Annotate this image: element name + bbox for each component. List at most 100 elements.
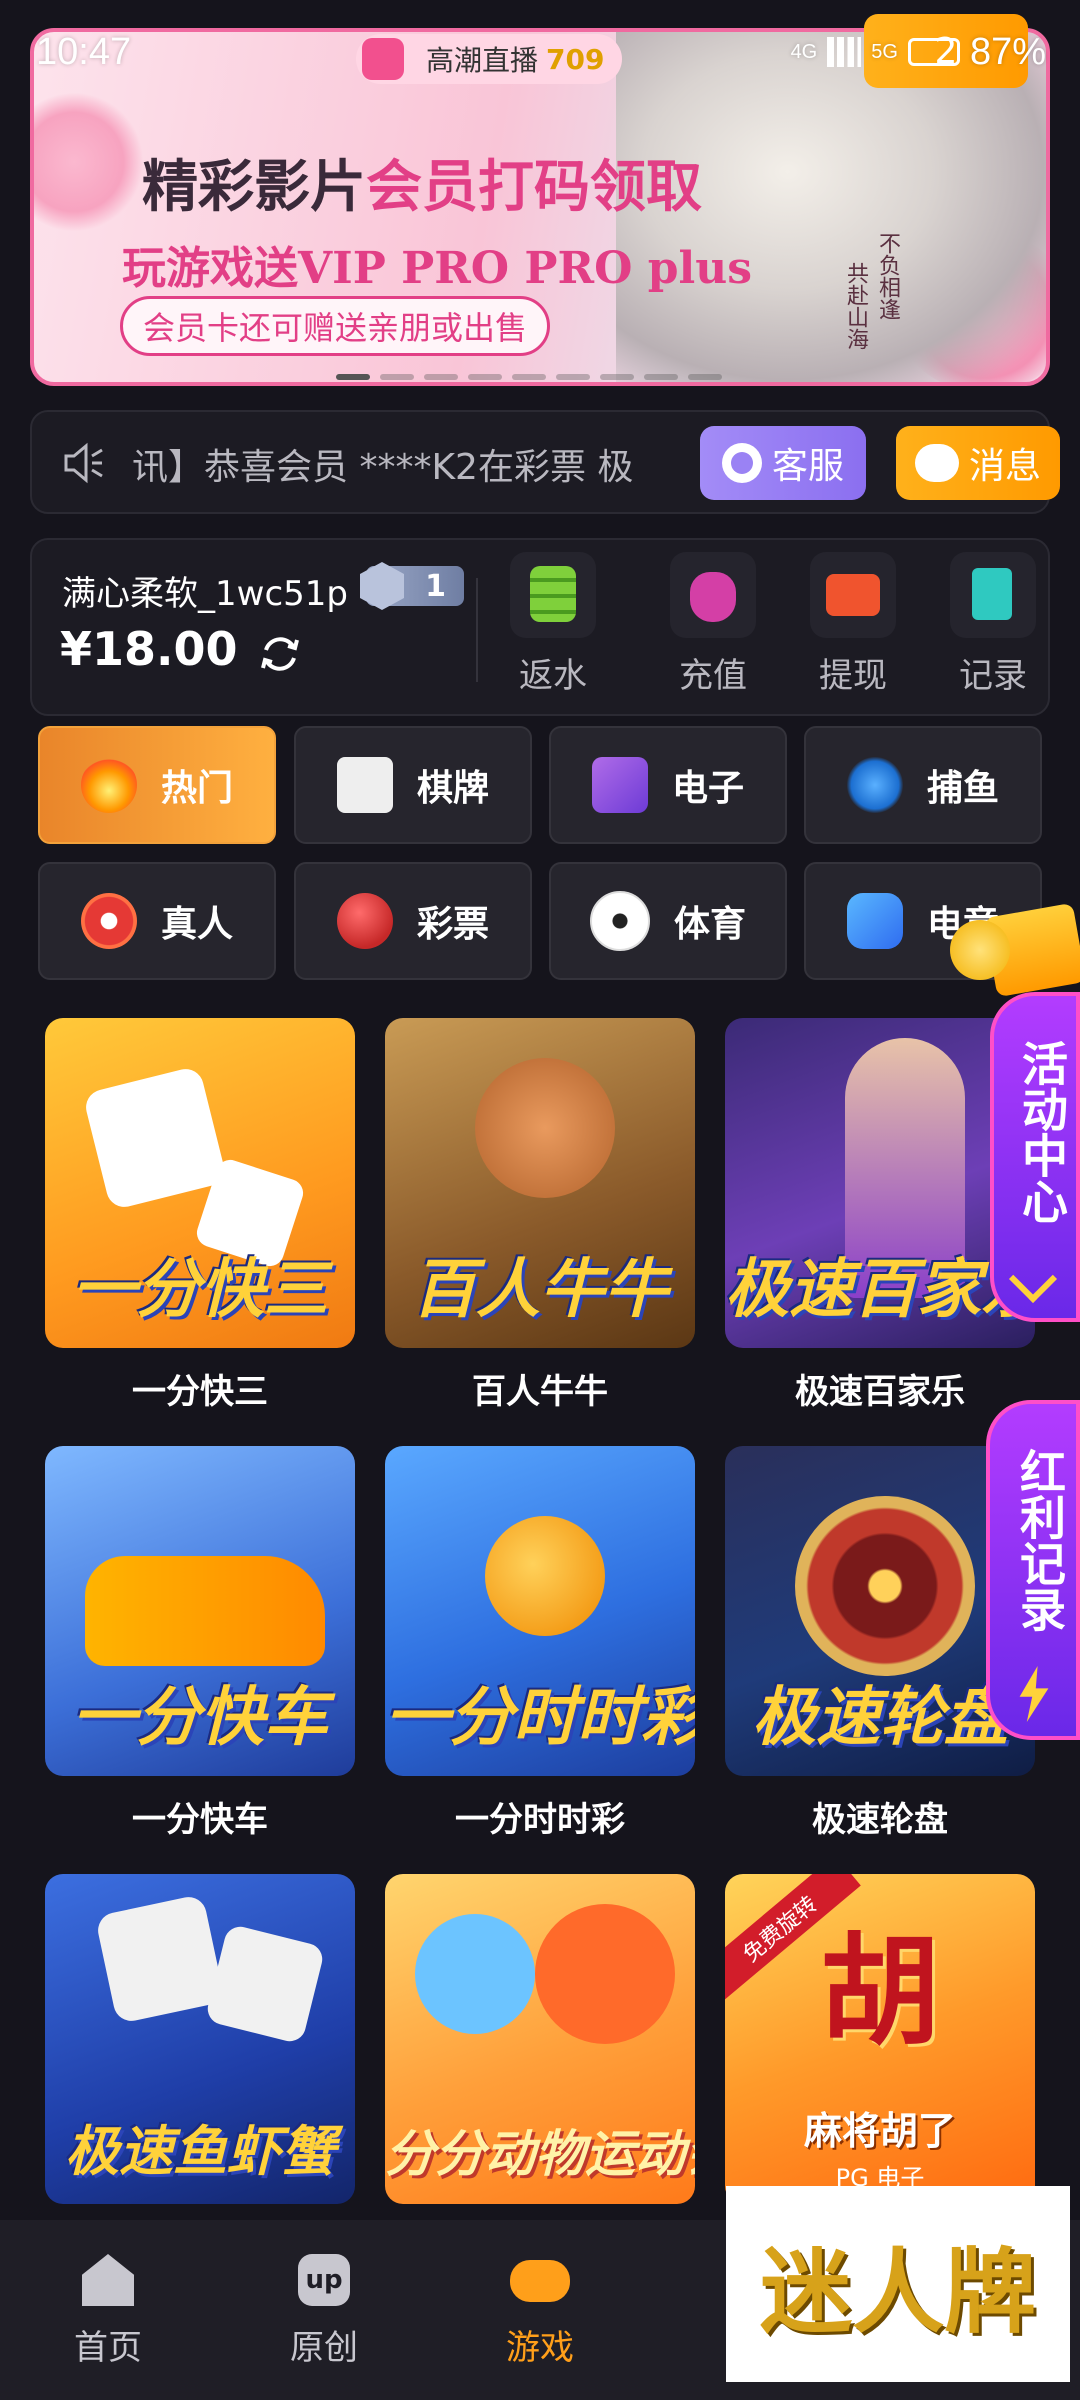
category-fishing[interactable]: 捕鱼 [804, 726, 1042, 844]
game-title: 一分快三 [132, 1372, 268, 1412]
category-lottery[interactable]: 彩票 [294, 862, 532, 980]
carousel-dot[interactable] [600, 374, 634, 380]
signal-icon [827, 37, 862, 67]
game-card[interactable]: 一分快车 一分快车 [45, 1446, 355, 1841]
game-card[interactable]: 免费旋转 胡 麻将胡了 PG 电子 [725, 1874, 1035, 2204]
double-chevron-down-icon [1008, 1254, 1058, 1304]
category-live[interactable]: 真人 [38, 862, 276, 980]
category-label: 捕鱼 [926, 768, 999, 809]
bonus-record-tab[interactable]: 红利记录 [986, 1400, 1080, 1740]
message-button[interactable]: 消息 [896, 426, 1060, 500]
nav-home[interactable]: 首页 [38, 2250, 178, 2369]
category-slots[interactable]: 电子 [549, 726, 787, 844]
live-app-icon [362, 38, 404, 80]
notice-marquee: 讯】恭喜会员 ****K2在彩票 极 [132, 447, 634, 488]
nav-original[interactable]: up 原创 [254, 2250, 394, 2369]
message-label: 消息 [968, 446, 1041, 487]
category-label: 棋牌 [416, 768, 489, 809]
network-5g: 5G [871, 40, 898, 63]
game-art-text: 一分快车 [72, 1680, 328, 1755]
game-art-text: 一分时时彩 [385, 1680, 695, 1755]
category-label: 真人 [160, 904, 233, 945]
carousel-dot[interactable] [380, 374, 414, 380]
game-thumbnail: 免费旋转 胡 麻将胡了 PG 电子 [725, 1874, 1035, 2204]
withdraw-button[interactable]: 提现 [798, 552, 908, 712]
game-art-text: 一分快三 [72, 1252, 328, 1327]
carousel-dots[interactable] [336, 374, 722, 380]
game-card[interactable]: 分分动物运动会 [385, 1874, 695, 2204]
carousel-dot[interactable] [556, 374, 590, 380]
gamepad-icon [510, 2250, 570, 2310]
carousel-dot[interactable] [688, 374, 722, 380]
banner-tagline: 会员卡还可赠送亲朋或出售 [120, 296, 551, 356]
coin-stack-icon [510, 552, 596, 638]
rebate-label: 返水 [519, 656, 587, 696]
network-4g: 4G [790, 40, 818, 63]
carousel-dot[interactable] [644, 374, 678, 380]
vip-badge: 1 [360, 562, 464, 610]
gift-box-icon [950, 880, 1080, 1000]
account-panel: 满心柔软_1wc51p 1 ¥18.00 返水 充值 提现 记录 [30, 538, 1050, 716]
up-icon: up [294, 2250, 354, 2310]
chat-bubble-icon [914, 444, 959, 482]
live-stream-pill[interactable]: 高潮直播 709 [356, 34, 623, 84]
refresh-icon[interactable] [258, 632, 302, 676]
record-icon [950, 552, 1036, 638]
game-card[interactable]: 百人牛牛 百人牛牛 [385, 1018, 695, 1413]
home-icon [78, 2250, 138, 2310]
headset-icon [721, 443, 762, 483]
game-caption: 麻将胡了 [803, 2109, 956, 2153]
game-thumbnail: 极速百家乐 [725, 1018, 1035, 1348]
category-hot[interactable]: 热门 [38, 726, 276, 844]
rebate-button[interactable]: 返水 [498, 552, 608, 712]
game-card[interactable]: 一分时时彩 一分时时彩 [385, 1446, 695, 1841]
records-button[interactable]: 记录 [938, 552, 1048, 712]
activity-center-label: 活动中心 [1015, 1040, 1069, 1224]
activity-center-tab[interactable]: 活动中心 [990, 992, 1080, 1322]
slot-machine-icon [591, 757, 648, 813]
category-sports[interactable]: 体育 [549, 862, 787, 980]
carousel-dot[interactable] [468, 374, 502, 380]
wallet-icon [810, 552, 896, 638]
battery-icon [907, 38, 960, 66]
game-thumbnail: 一分时时彩 [385, 1446, 695, 1776]
customer-service-button[interactable]: 客服 [700, 426, 866, 500]
banner-vertical-text: 共赴山海 [843, 262, 868, 350]
balance: ¥18.00 [60, 622, 238, 676]
bonus-record-label: 红利记录 [1013, 1448, 1067, 1632]
poker-chip-icon [80, 893, 137, 949]
mahjong-icon [336, 757, 393, 813]
game-art-text: 分分动物运动会 [385, 2124, 695, 2183]
lightning-icon [1019, 1666, 1049, 1722]
game-art-text: 百人牛牛 [412, 1252, 668, 1327]
vip-level: 1 [425, 568, 446, 604]
game-title: 百人牛牛 [472, 1372, 608, 1412]
game-card[interactable]: 极速鱼虾蟹 [45, 1874, 355, 2204]
game-title: 一分快车 [132, 1800, 268, 1840]
deposit-button[interactable]: 充值 [658, 552, 768, 712]
notice-bar: 讯】恭喜会员 ****K2在彩票 极 客服 消息 [30, 410, 1060, 514]
speaker-icon [64, 442, 103, 484]
records-label: 记录 [959, 656, 1027, 696]
carousel-dot[interactable] [336, 374, 370, 380]
status-time: 10:47 [36, 30, 132, 73]
game-card[interactable]: 极速百家乐 极速百家乐 [725, 1018, 1035, 1413]
game-art-text: 极速百家乐 [725, 1252, 1035, 1327]
carousel-dot[interactable] [512, 374, 546, 380]
nav-games[interactable]: 游戏 [470, 2250, 610, 2369]
game-art-text: 极速鱼虾蟹 [65, 2119, 335, 2183]
vip-gem-icon [360, 562, 404, 610]
nav-label: 原创 [290, 2328, 358, 2368]
category-label: 热门 [160, 768, 233, 809]
game-thumbnail: 一分快三 [45, 1018, 355, 1348]
nav-label: 游戏 [506, 2328, 574, 2368]
game-card[interactable]: 一分快三 一分快三 [45, 1018, 355, 1413]
carousel-dot[interactable] [424, 374, 458, 380]
username: 满心柔软_1wc51p [62, 574, 348, 614]
watermark-text: 迷人牌 [759, 2237, 1036, 2346]
game-art-text: 胡 [820, 1921, 940, 2062]
category-chess-cards[interactable]: 棋牌 [294, 726, 532, 844]
live-count: 709 [546, 42, 605, 76]
category-label: 体育 [673, 904, 746, 945]
gamepad-icon [846, 893, 903, 949]
